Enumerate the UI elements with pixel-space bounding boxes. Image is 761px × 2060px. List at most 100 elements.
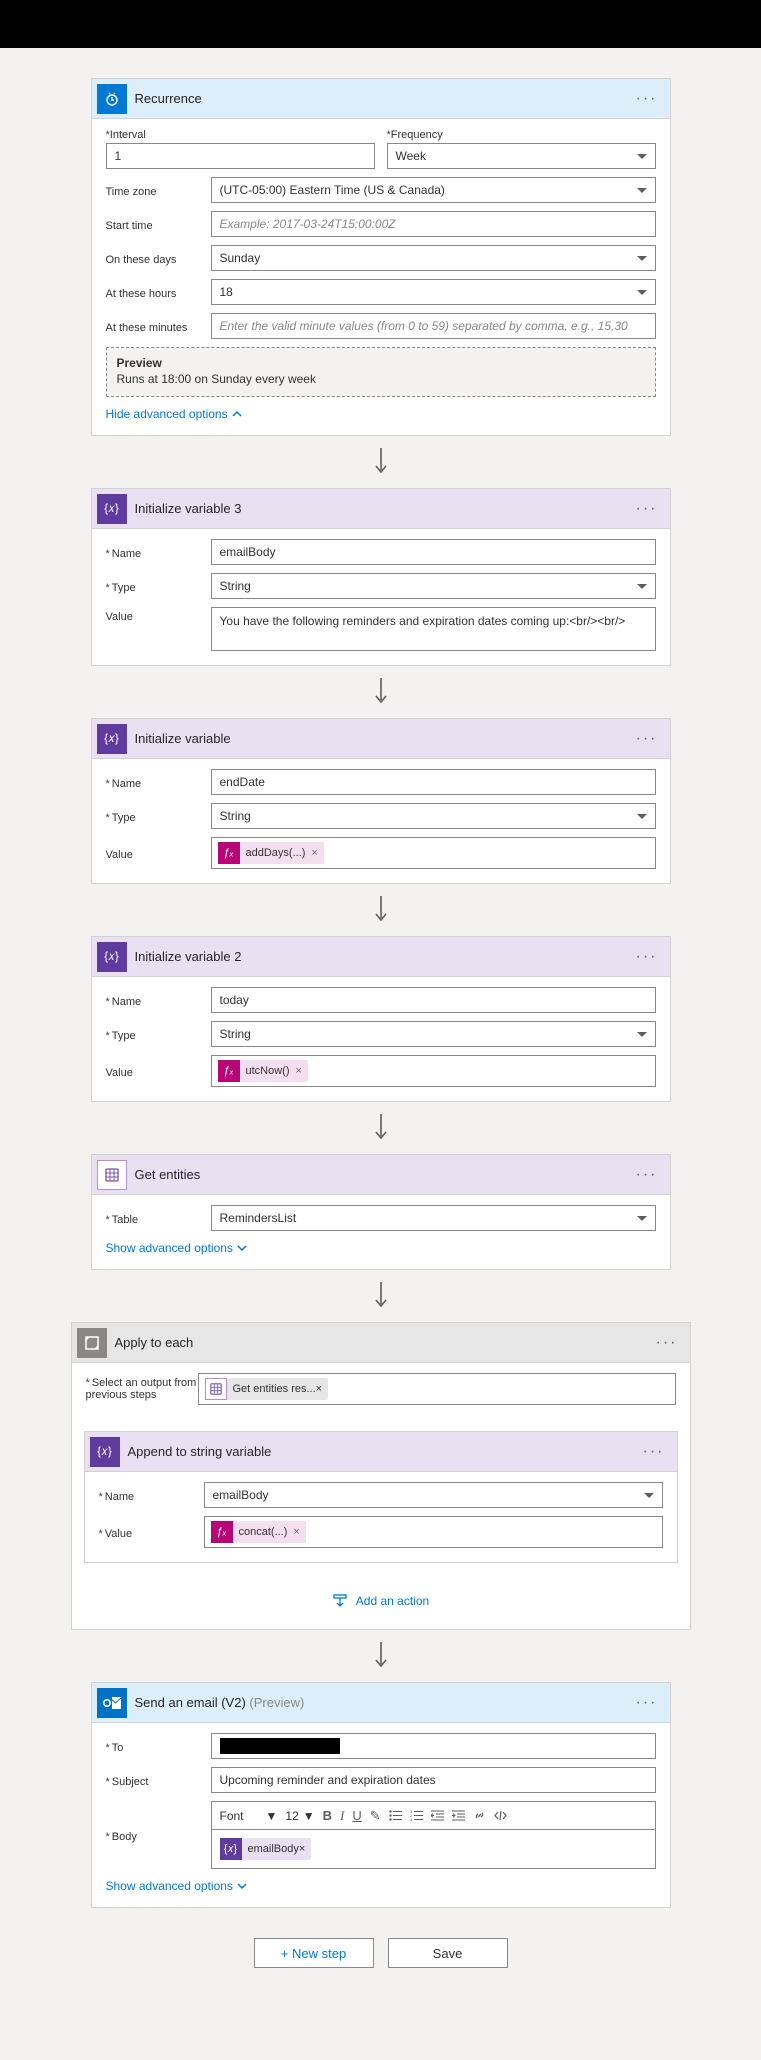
name-input[interactable] — [211, 539, 656, 565]
add-action-button[interactable]: Add an action — [72, 1593, 690, 1609]
hours-label: At these hours — [106, 284, 211, 300]
send-email-header[interactable]: Send an email (V2) (Preview) ··· — [92, 1683, 670, 1723]
get-entities-header[interactable]: Get entities ··· — [92, 1155, 670, 1195]
outdent-icon[interactable] — [431, 1810, 444, 1821]
init-var-3-header[interactable]: {𝑥} Initialize variable 3 ··· — [92, 489, 670, 529]
value-label: Value — [106, 607, 211, 623]
show-advanced-link[interactable]: Show advanced options — [106, 1879, 656, 1893]
name-input[interactable] — [211, 769, 656, 795]
size-select[interactable]: 12▼ — [285, 1809, 314, 1823]
richtext-toolbar: Font▼ 12▼ B I U ✎ 123 — [211, 1801, 656, 1829]
minutes-label: At these minutes — [106, 318, 211, 334]
type-select[interactable]: String — [211, 1021, 656, 1047]
italic-button[interactable]: I — [340, 1808, 344, 1824]
chevron-down-icon — [637, 154, 647, 159]
bold-button[interactable]: B — [323, 1808, 332, 1823]
chevron-down-icon — [637, 1032, 647, 1037]
show-advanced-link[interactable]: Show advanced options — [106, 1241, 656, 1255]
fx-chip-utcnow[interactable]: ƒₓutcNow()× — [218, 1060, 308, 1082]
timezone-select[interactable]: (UTC-05:00) Eastern Time (US & Canada) — [211, 177, 656, 203]
more-icon[interactable]: ··· — [643, 1443, 665, 1461]
name-input[interactable] — [211, 987, 656, 1013]
frequency-select[interactable]: Week — [387, 143, 656, 169]
more-icon[interactable]: ··· — [656, 1334, 678, 1352]
init-var-2-header[interactable]: {𝑥} Initialize variable 2 ··· — [92, 937, 670, 977]
remove-chip-icon[interactable]: × — [293, 1526, 299, 1538]
redacted-value — [220, 1738, 340, 1754]
frequency-label: *Frequency — [387, 129, 656, 141]
underline-button[interactable]: U — [352, 1808, 361, 1823]
init-var-3-card: {𝑥} Initialize variable 3 ··· Name Type … — [91, 488, 671, 666]
name-label: Name — [106, 774, 211, 790]
chevron-down-icon — [644, 1493, 654, 1498]
starttime-input[interactable] — [211, 211, 656, 237]
variable-icon: {𝑥} — [97, 942, 127, 972]
apply-to-each-header[interactable]: Apply to each ··· — [72, 1323, 690, 1363]
fx-chip-adddays[interactable]: ƒₓaddDays(...)× — [218, 842, 324, 864]
hours-select[interactable]: 18 — [211, 279, 656, 305]
fx-icon: ƒₓ — [211, 1521, 233, 1543]
fx-icon: ƒₓ — [218, 1060, 240, 1082]
days-select[interactable]: Sunday — [211, 245, 656, 271]
body-editor[interactable]: {𝑥}emailBody× — [211, 1829, 656, 1869]
name-select[interactable]: emailBody — [204, 1482, 663, 1508]
clock-icon — [97, 84, 127, 114]
edit-icon[interactable]: ✎ — [370, 1808, 381, 1824]
append-title: Append to string variable — [128, 1444, 643, 1459]
subject-input[interactable] — [211, 1767, 656, 1793]
link-icon[interactable] — [473, 1809, 486, 1822]
indent-icon[interactable] — [452, 1810, 465, 1821]
bullet-list-icon[interactable] — [389, 1810, 402, 1821]
recurrence-header[interactable]: Recurrence ··· — [92, 79, 670, 119]
save-button[interactable]: Save — [388, 1938, 508, 1968]
init-var-card: {𝑥} Initialize variable ··· Name Type St… — [91, 718, 671, 884]
more-icon[interactable]: ··· — [636, 500, 658, 518]
value-input[interactable]: ƒₓaddDays(...)× — [211, 837, 656, 869]
append-card: {𝑥} Append to string variable ··· Name e… — [84, 1431, 678, 1563]
preview-title: Preview — [117, 356, 645, 370]
connector-arrow — [91, 1282, 671, 1310]
preview-text: Runs at 18:00 on Sunday every week — [117, 372, 645, 386]
more-icon[interactable]: ··· — [636, 1166, 658, 1184]
append-header[interactable]: {𝑥} Append to string variable ··· — [85, 1432, 677, 1472]
remove-chip-icon[interactable]: × — [316, 1383, 322, 1395]
select-output-input[interactable]: Get entities res...× — [198, 1373, 676, 1405]
more-icon[interactable]: ··· — [636, 948, 658, 966]
fx-chip-concat[interactable]: ƒₓconcat(...)× — [211, 1521, 306, 1543]
minutes-input[interactable] — [211, 313, 656, 339]
variable-icon: {𝑥} — [220, 1838, 242, 1860]
more-icon[interactable]: ··· — [636, 90, 658, 108]
remove-chip-icon[interactable]: × — [311, 847, 317, 859]
value-input[interactable]: ƒₓutcNow()× — [211, 1055, 656, 1087]
init-var-header[interactable]: {𝑥} Initialize variable ··· — [92, 719, 670, 759]
hide-advanced-link[interactable]: Hide advanced options — [106, 407, 656, 421]
remove-chip-icon[interactable]: × — [299, 1843, 305, 1855]
more-icon[interactable]: ··· — [636, 1694, 658, 1712]
type-select[interactable]: String — [211, 803, 656, 829]
number-list-icon[interactable]: 123 — [410, 1810, 423, 1821]
type-label: Type — [106, 1026, 211, 1042]
connector-arrow — [91, 1114, 671, 1142]
type-label: Type — [106, 808, 211, 824]
remove-chip-icon[interactable]: × — [296, 1065, 302, 1077]
init-var-3-title: Initialize variable 3 — [135, 501, 636, 516]
subject-label: Subject — [106, 1772, 211, 1788]
value-textarea[interactable]: You have the following reminders and exp… — [211, 607, 656, 651]
value-label: Value — [99, 1524, 204, 1540]
more-icon[interactable]: ··· — [636, 730, 658, 748]
variable-icon: {𝑥} — [97, 724, 127, 754]
entity-chip[interactable]: Get entities res...× — [205, 1378, 329, 1400]
value-input[interactable]: ƒₓconcat(...)× — [204, 1516, 663, 1548]
table-select[interactable]: RemindersList — [211, 1205, 656, 1231]
var-chip-emailbody[interactable]: {𝑥}emailBody× — [220, 1838, 312, 1860]
code-view-icon[interactable] — [494, 1810, 507, 1821]
font-select[interactable]: Font▼ — [220, 1809, 278, 1823]
to-input[interactable] — [211, 1733, 656, 1759]
fx-icon: ƒₓ — [218, 842, 240, 864]
type-select[interactable]: String — [211, 573, 656, 599]
variable-icon: {𝑥} — [97, 494, 127, 524]
new-step-button[interactable]: + New step — [254, 1938, 374, 1968]
interval-input[interactable] — [106, 143, 375, 169]
chevron-up-icon — [232, 409, 242, 419]
table-icon — [97, 1160, 127, 1190]
